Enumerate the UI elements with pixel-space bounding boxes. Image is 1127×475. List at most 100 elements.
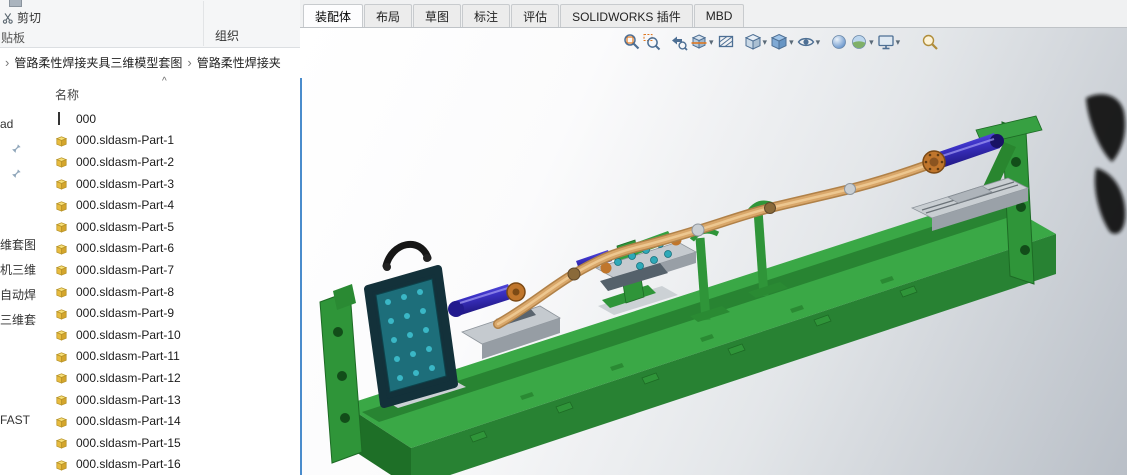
paste-icon[interactable] <box>9 0 22 7</box>
zoom-to-area-button[interactable] <box>642 31 662 53</box>
sw-tab[interactable]: 草图 <box>413 4 461 27</box>
sldasm-file-icon <box>54 133 69 148</box>
apply-scene-button[interactable]: ▾ <box>849 31 876 53</box>
nav-item-fragment[interactable]: ad <box>0 117 13 131</box>
sldasm-file-icon <box>54 262 69 277</box>
text-cursor-icon <box>58 112 60 125</box>
dynamic-annotation-views-button[interactable] <box>716 31 736 53</box>
edit-appearance-button[interactable] <box>829 31 849 53</box>
nav-item-fragment[interactable]: 三维套 <box>0 311 36 328</box>
file-row[interactable]: 000.sldasm-Part-1 <box>0 130 300 152</box>
file-row[interactable]: 000.sldasm-Part-7 <box>0 259 300 281</box>
scissors-icon <box>2 12 14 24</box>
file-row[interactable]: 000.sldasm-Part-6 <box>0 238 300 260</box>
file-row[interactable]: 000.sldasm-Part-16 <box>0 454 300 475</box>
magnifier-icon <box>921 33 939 51</box>
file-list: 000 000.sldasm-Part-1 000.sldasm-Part-2 <box>0 108 300 475</box>
display-style-icon <box>770 33 788 51</box>
file-name: 000.sldasm-Part-4 <box>76 198 174 212</box>
file-row[interactable]: 000.sldasm-Part-10 <box>0 324 300 346</box>
sw-tab[interactable]: 装配体 <box>303 4 363 27</box>
sw-tab-label: 草图 <box>425 8 449 25</box>
file-row[interactable]: 000.sldasm-Part-11 <box>0 346 300 368</box>
dropdown-chevron-icon: ▾ <box>869 38 874 47</box>
file-name: 000.sldasm-Part-2 <box>76 155 174 169</box>
file-row[interactable]: 000.sldasm-Part-9 <box>0 302 300 324</box>
previous-view-button[interactable] <box>669 31 689 53</box>
display-style-button[interactable]: ▾ <box>769 31 796 53</box>
sldasm-file-icon <box>54 154 69 169</box>
cut-label: 剪切 <box>17 9 41 26</box>
file-row[interactable]: 000.sldasm-Part-5 <box>0 216 300 238</box>
nav-item-fragment[interactable]: 自动焊 <box>0 286 36 303</box>
sldasm-file-icon <box>54 241 69 256</box>
sldasm-file-icon <box>54 176 69 191</box>
chevron-icon: › <box>5 56 9 69</box>
cut-button[interactable]: 剪切 <box>2 9 41 26</box>
name-column-header[interactable]: 名称 <box>55 86 79 103</box>
dropdown-chevron-icon: ▾ <box>763 38 768 47</box>
file-name: 000.sldasm-Part-16 <box>76 457 181 471</box>
scene-ball-icon <box>850 33 868 51</box>
breadcrumb-main[interactable]: 管路柔性焊接夹具三维模型套图 <box>14 54 182 71</box>
file-name: 000.sldasm-Part-14 <box>76 414 181 428</box>
dropdown-chevron-icon: ▾ <box>896 38 901 47</box>
view-orientation-button[interactable]: ▾ <box>743 31 770 53</box>
nav-item-fragment[interactable]: 机三维 <box>0 261 36 278</box>
file-name: 000.sldasm-Part-3 <box>76 177 174 191</box>
file-row[interactable]: 000.sldasm-Part-3 <box>0 173 300 195</box>
sw-tab[interactable]: MBD <box>694 4 745 27</box>
file-row[interactable]: 000.sldasm-Part-14 <box>0 410 300 432</box>
render-artifact <box>1086 94 1125 233</box>
file-name: 000.sldasm-Part-1 <box>76 133 174 147</box>
chevron-icon: › <box>187 56 191 69</box>
file-row[interactable]: 000 <box>0 108 300 130</box>
view-orientation-icon <box>744 33 762 51</box>
dropdown-chevron-icon: ▾ <box>789 38 794 47</box>
sort-caret-icon: ^ <box>162 76 167 87</box>
section-view-button[interactable]: ▾ <box>689 31 716 53</box>
file-row[interactable]: 000.sldasm-Part-15 <box>0 432 300 454</box>
zoom-to-fit-button[interactable] <box>622 31 642 53</box>
breadcrumb-sub[interactable]: 管路柔性焊接夹 <box>197 54 281 71</box>
hide-show-items-button[interactable]: ▾ <box>796 31 823 53</box>
zoom-to-area-icon <box>643 33 661 51</box>
sw-tab-label: 标注 <box>474 8 498 25</box>
zoom-to-fit-icon <box>623 33 641 51</box>
sw-tab-label: 评估 <box>523 8 547 25</box>
breadcrumb: › 管路柔性焊接夹具三维模型套图 › 管路柔性焊接夹 <box>0 49 300 76</box>
sw-3d-viewport[interactable]: ▾ ▾ <box>300 28 1127 475</box>
pin-icon <box>11 143 22 154</box>
sw-tab[interactable]: 标注 <box>462 4 510 27</box>
sw-tab-label: 装配体 <box>315 8 351 25</box>
sldasm-file-icon <box>54 457 69 472</box>
explorer-ribbon: 剪切 贴板 组织 <box>0 0 300 48</box>
file-row[interactable]: 000.sldasm-Part-13 <box>0 389 300 411</box>
file-name: 000.sldasm-Part-8 <box>76 285 174 299</box>
organize-button[interactable]: 组织 <box>215 27 239 44</box>
sldasm-file-icon <box>54 327 69 342</box>
zoom-magnifier-button[interactable] <box>920 31 940 53</box>
nav-item-fragment[interactable]: 维套图 <box>0 236 36 253</box>
sw-tab-bar: 装配体 布局 草图 标注 评估 SOLIDWORKS 插件 MBD <box>300 0 1127 28</box>
sldasm-file-icon <box>54 392 69 407</box>
file-name: 000.sldasm-Part-15 <box>76 436 181 450</box>
nav-item-fragment[interactable]: FAST <box>0 413 30 427</box>
monitor-icon <box>877 33 895 51</box>
file-name: 000.sldasm-Part-12 <box>76 371 181 385</box>
file-row[interactable]: 000.sldasm-Part-4 <box>0 194 300 216</box>
pin-icon <box>11 168 22 179</box>
view-settings-button[interactable]: ▾ <box>876 31 903 53</box>
dropdown-chevron-icon: ▾ <box>709 38 714 47</box>
sw-tab[interactable]: 布局 <box>364 4 412 27</box>
sw-tab[interactable]: SOLIDWORKS 插件 <box>560 4 693 27</box>
file-row[interactable]: 000.sldasm-Part-8 <box>0 281 300 303</box>
sldasm-file-icon <box>54 198 69 213</box>
window-edge-accent <box>300 78 302 475</box>
dropdown-chevron-icon: ▾ <box>816 38 821 47</box>
file-row[interactable]: 000.sldasm-Part-12 <box>0 367 300 389</box>
sw-tab[interactable]: 评估 <box>511 4 559 27</box>
file-list-header: ^ 名称 <box>0 76 300 106</box>
file-row[interactable]: 000.sldasm-Part-2 <box>0 151 300 173</box>
sldasm-file-icon <box>54 370 69 385</box>
